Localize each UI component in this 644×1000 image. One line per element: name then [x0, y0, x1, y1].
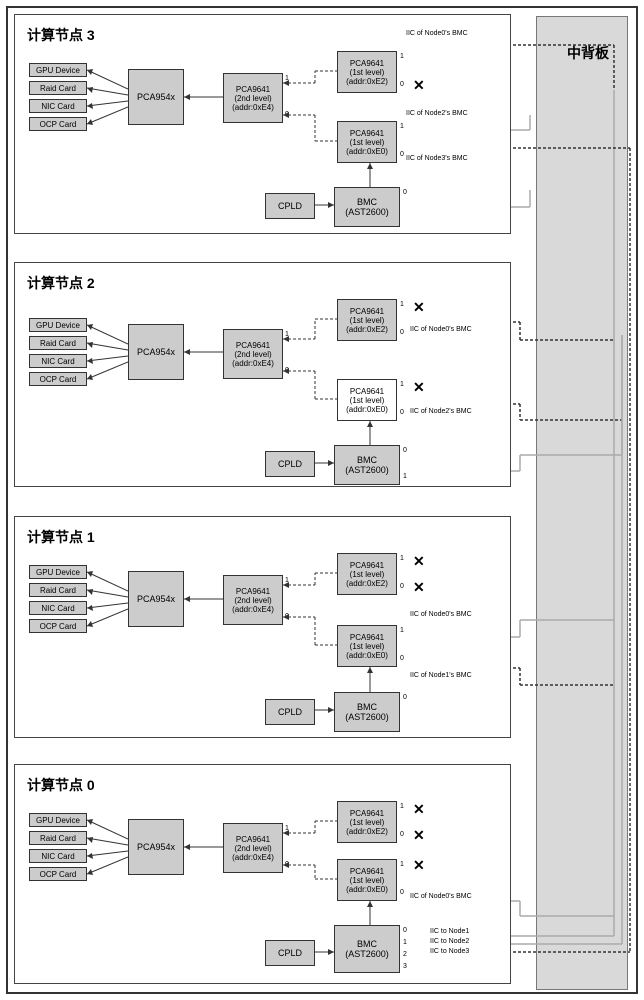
- label: IIC of Node3's BMC: [406, 155, 468, 162]
- label: IIC of Node0's BMC: [406, 30, 468, 37]
- label: IIC of Node0's BMC: [410, 893, 472, 900]
- node-1: 计算节点 1 GPU Device Raid Card NIC Card OCP…: [14, 516, 511, 738]
- label: IIC of Node0's BMC: [410, 611, 472, 618]
- label: IIC to Node2: [430, 938, 469, 945]
- backplane: 中背板: [536, 16, 628, 990]
- label: IIC of Node2's BMC: [410, 408, 472, 415]
- label: IIC of Node0's BMC: [410, 326, 472, 333]
- label: IIC of Node2's BMC: [406, 110, 468, 117]
- node-2: 计算节点 2 GPU Device Raid Card NIC Card OCP…: [14, 262, 511, 487]
- label: IIC of Node1's BMC: [410, 672, 472, 679]
- label: IIC to Node3: [430, 948, 469, 955]
- label: IIC to Node1: [430, 928, 469, 935]
- backplane-title: 中背板: [567, 43, 609, 63]
- node-3: 计算节点 3 GPU Device Raid Card NIC Card OCP…: [14, 14, 511, 234]
